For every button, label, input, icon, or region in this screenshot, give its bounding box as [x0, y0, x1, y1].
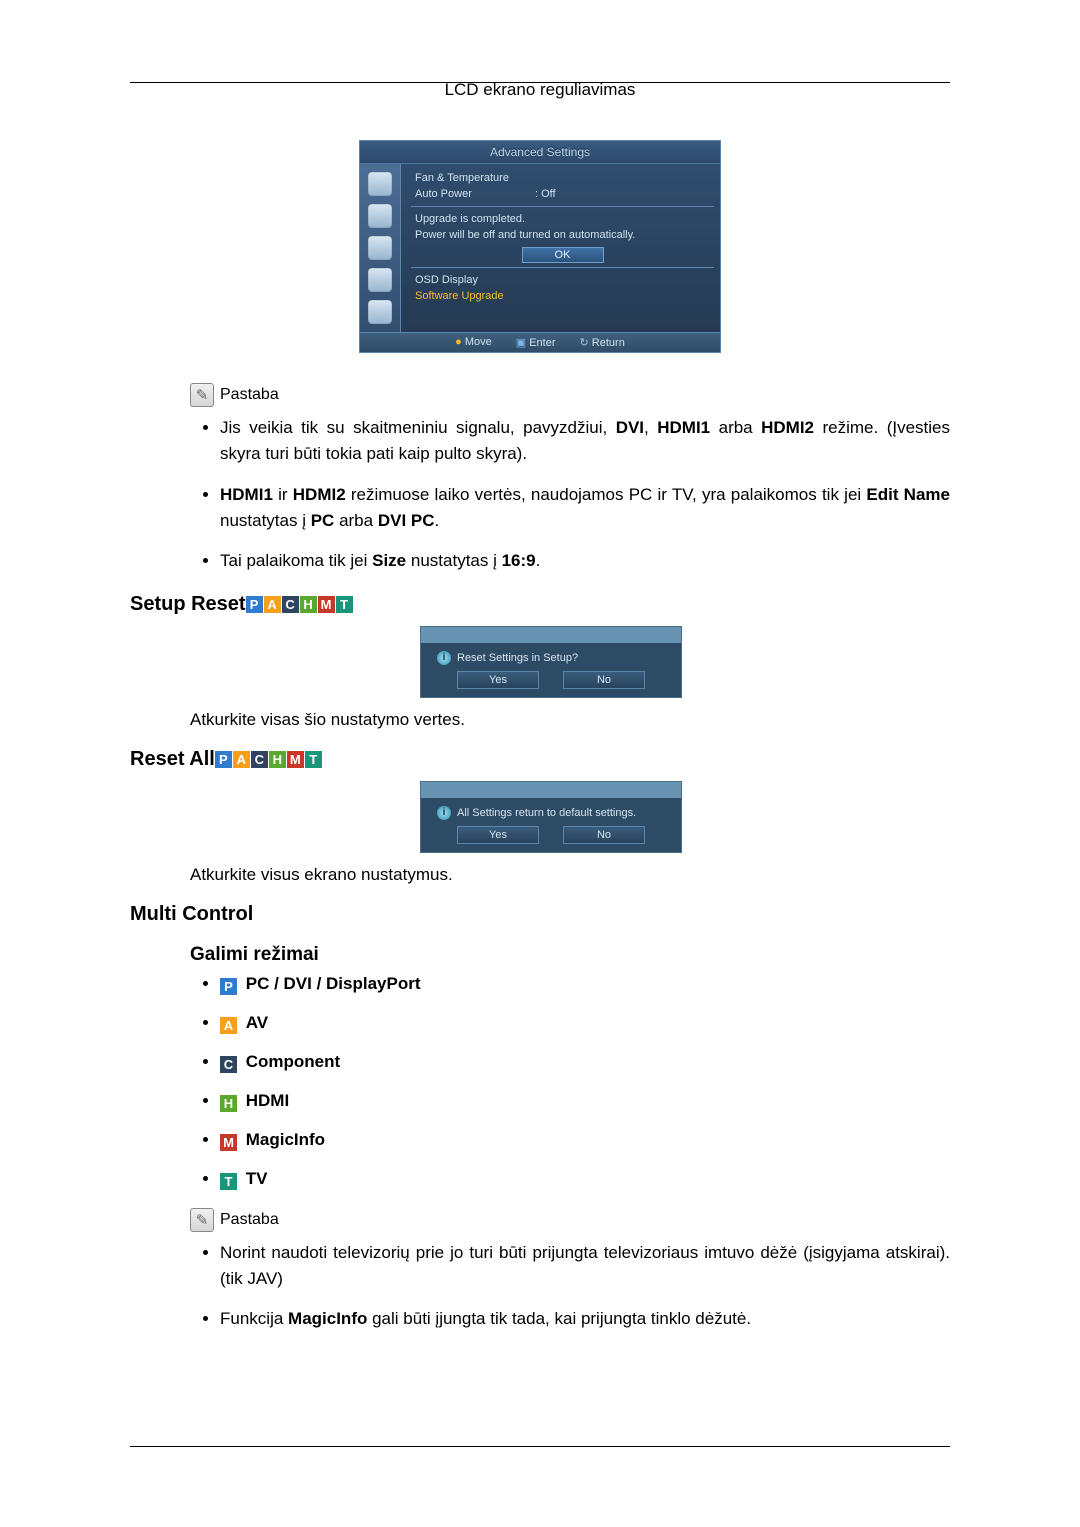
osd-icon-1 — [368, 172, 392, 196]
osd-advanced-settings: Advanced Settings Fan & Temperature Auto… — [359, 140, 721, 353]
osd-footer-return: Return — [580, 336, 625, 349]
note2-item-1: Norint naudoti televizorių prie jo turi … — [220, 1240, 950, 1293]
osd-content: Fan & Temperature Auto Power : Off Upgra… — [401, 164, 720, 332]
page: LCD ekrano reguliavimas Advanced Setting… — [0, 0, 1080, 1527]
osd-autopower-val: : Off — [535, 188, 556, 200]
note-2-label: Pastaba — [220, 1211, 279, 1229]
badge-H-icon: H — [220, 1095, 237, 1112]
info-icon: i — [437, 651, 451, 665]
mode-item-H: H HDMI — [220, 1091, 950, 1112]
info-icon: i — [437, 806, 451, 820]
mode-badges-setup-reset: P A C H M T — [246, 596, 354, 613]
note1-item-1: Jis veikia tik su skaitmeniniu signalu, … — [220, 415, 950, 468]
badge-P-icon: P — [246, 596, 263, 613]
badge-H-icon: H — [300, 596, 317, 613]
heading-available-modes: Galimi režimai — [190, 944, 950, 966]
page-header-title: LCD ekrano reguliavimas — [130, 80, 950, 100]
osd-icon-3 — [368, 236, 392, 260]
badge-A-icon: A — [264, 596, 281, 613]
badge-C-icon: C — [282, 596, 299, 613]
badge-A-icon: A — [220, 1017, 237, 1034]
setup-reset-question: Reset Settings in Setup? — [457, 652, 578, 664]
reset-all-no-button[interactable]: No — [563, 826, 645, 844]
osd-msg2: Power will be off and turned on automati… — [415, 229, 635, 241]
osd-sidebar-icons — [360, 164, 401, 332]
modes-list: P PC / DVI / DisplayPort A AV C Componen… — [220, 974, 950, 1190]
note1-item-3: Tai palaikoma tik jei Size nustatytas į … — [220, 548, 950, 574]
osd-title: Advanced Settings — [360, 141, 720, 164]
heading-multi-control: Multi Control — [130, 903, 950, 926]
osd-setup-reset-dialog: i Reset Settings in Setup? Yes No — [420, 626, 682, 698]
osd-fan-label: Fan & Temperature — [415, 172, 509, 184]
badge-T-icon: T — [305, 751, 322, 768]
bottom-rule — [130, 1446, 950, 1447]
osd-icon-5 — [368, 300, 392, 324]
osd-software-upgrade: Software Upgrade — [415, 290, 504, 302]
reset-all-yes-button[interactable]: Yes — [457, 826, 539, 844]
osd-footer-enter: Enter — [516, 336, 556, 349]
setup-reset-no-button[interactable]: No — [563, 671, 645, 689]
badge-C-icon: C — [251, 751, 268, 768]
osd-icon-4 — [368, 268, 392, 292]
note-icon: ✎ — [190, 1208, 214, 1232]
badge-P-icon: P — [215, 751, 232, 768]
osd-icon-2 — [368, 204, 392, 228]
mode-item-C: C Component — [220, 1052, 950, 1073]
osd-footer-move: Move — [455, 336, 492, 349]
note1-item-2: HDMI1 ir HDMI2 režimuose laiko vertės, n… — [220, 482, 950, 535]
badge-M-icon: M — [287, 751, 304, 768]
badge-M-icon: M — [318, 596, 335, 613]
mode-item-M: M MagicInfo — [220, 1130, 950, 1151]
osd-osd-display: OSD Display — [415, 274, 478, 286]
mode-item-T: T TV — [220, 1169, 950, 1190]
note-1-list: Jis veikia tik su skaitmeniniu signalu, … — [220, 415, 950, 575]
osd-reset-all-dialog: i All Settings return to default setting… — [420, 781, 682, 853]
badge-H-icon: H — [269, 751, 286, 768]
osd-autopower-key: Auto Power — [415, 188, 535, 200]
note-1: ✎ Pastaba — [190, 383, 950, 407]
mode-item-A: A AV — [220, 1013, 950, 1034]
note-icon: ✎ — [190, 383, 214, 407]
badge-C-icon: C — [220, 1056, 237, 1073]
badge-M-icon: M — [220, 1134, 237, 1151]
badge-T-icon: T — [336, 596, 353, 613]
reset-all-question: All Settings return to default settings. — [457, 807, 636, 819]
badge-T-icon: T — [220, 1173, 237, 1190]
osd-msg1: Upgrade is completed. — [415, 213, 525, 225]
badge-A-icon: A — [233, 751, 250, 768]
badge-P-icon: P — [220, 978, 237, 995]
mode-item-P: P PC / DVI / DisplayPort — [220, 974, 950, 995]
note-1-label: Pastaba — [220, 386, 279, 404]
mode-badges-reset-all: P A C H M T — [215, 751, 323, 768]
heading-reset-all: Reset All P A C H M T — [130, 748, 950, 771]
note-2-list: Norint naudoti televizorių prie jo turi … — [220, 1240, 950, 1333]
heading-setup-reset: Setup Reset P A C H M T — [130, 593, 950, 616]
osd-ok-button[interactable]: OK — [522, 247, 604, 263]
note-2: ✎ Pastaba — [190, 1208, 950, 1232]
setup-reset-desc: Atkurkite visas šio nustatymo vertes. — [190, 710, 950, 730]
osd-footer: Move Enter Return — [360, 332, 720, 352]
reset-all-desc: Atkurkite visus ekrano nustatymus. — [190, 865, 950, 885]
note2-item-2: Funkcija MagicInfo gali būti įjungta tik… — [220, 1306, 950, 1332]
setup-reset-yes-button[interactable]: Yes — [457, 671, 539, 689]
